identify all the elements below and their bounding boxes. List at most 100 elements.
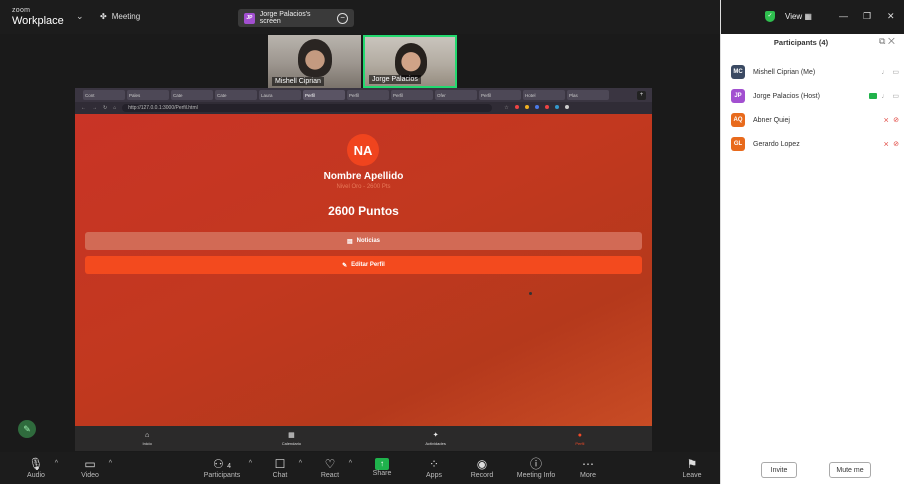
chevron-up-icon[interactable]: ^ (349, 460, 352, 467)
new-tab-icon[interactable]: + (637, 90, 646, 100)
browser-tab[interactable]: Perfil (347, 90, 389, 100)
participants-panel: ✓ View ▦ — ❐ ✕ Participants (4) ⧉ ✕ MC M… (720, 0, 904, 484)
audio-label: Audio (27, 472, 45, 479)
chevron-up-icon[interactable]: ^ (249, 460, 252, 467)
extension-icon[interactable] (514, 105, 519, 109)
browser-tab[interactable]: Perfil (479, 90, 521, 100)
chevron-up-icon[interactable]: ^ (299, 460, 302, 467)
home-icon: ⌂ (145, 431, 150, 439)
participant-name: Gerardo Lopez (753, 140, 800, 148)
participant-status: ♩ ▭ (869, 92, 899, 100)
chevron-up-icon[interactable]: ^ (55, 460, 58, 467)
audio-button[interactable]: 🎙︎ Audio ^ (14, 456, 58, 479)
participants-button[interactable]: ⚇ 4 Participants ^ (192, 456, 252, 479)
apps-button[interactable]: ⁘ Apps (412, 456, 456, 479)
camera-icon: ▭ (84, 457, 96, 471)
mouse-cursor (529, 292, 532, 295)
chat-button[interactable]: ☐ Chat ^ (258, 456, 302, 479)
extension-icon[interactable] (544, 105, 549, 109)
invite-button[interactable]: Invite (761, 462, 797, 478)
participant-avatar: JP (731, 89, 745, 103)
browser-tab[interactable]: Laura (259, 90, 301, 100)
video-person (298, 39, 332, 77)
react-button[interactable]: ♡ React ^ (308, 456, 352, 479)
browser-tab[interactable]: Hotel (523, 90, 565, 100)
browser-tab[interactable]: Plas (567, 90, 609, 100)
apps-label: Apps (426, 472, 442, 479)
top-bar: zoom Workplace ⌄ ✤ Meeting JP Jorge Pala… (0, 0, 720, 34)
record-icon: ◉ (476, 457, 488, 471)
reload-icon[interactable]: ↻ (103, 105, 107, 111)
mute-me-button[interactable]: Mute me (829, 462, 871, 478)
participant-row[interactable]: AQ Abner Quiej ⨯ ⊘ (731, 112, 899, 128)
video-off-icon[interactable]: ⊘ (893, 116, 899, 124)
url-field[interactable]: http://127.0.0.1:3000/Perfil.html (122, 104, 493, 112)
mic-icon[interactable]: ♩ (881, 69, 888, 76)
video-button[interactable]: ▭ Video ^ (68, 456, 112, 479)
logo-bottom-text: Workplace (12, 15, 64, 27)
share-button[interactable]: ↑ Share (360, 456, 404, 477)
nav-item-calendario[interactable]: ▦ Calendario (219, 426, 363, 451)
popout-icon[interactable]: ⧉ (879, 36, 885, 46)
annotate-pencil-icon[interactable]: ✎ (18, 420, 36, 438)
nav-item-inicio[interactable]: ⌂ Inicio (75, 426, 219, 451)
active-speaker-video-tile[interactable]: Jorge Palacios (363, 35, 457, 88)
extension-icon[interactable] (524, 105, 529, 109)
news-button[interactable]: ▤ Noticias (85, 232, 642, 250)
video-tile-name: Jorge Palacios (369, 75, 421, 84)
shared-screen[interactable]: Cont Pales Cate Cate Laura Perfil Perfil… (75, 88, 652, 451)
mic-muted-icon[interactable]: ⨯ (883, 140, 889, 148)
sharer-avatar: JP (244, 12, 255, 24)
browser-tab[interactable]: Pales (127, 90, 169, 100)
close-icon[interactable]: ✕ (888, 36, 895, 46)
browser-tab[interactable]: Cate (215, 90, 257, 100)
browser-extensions: ☆ (504, 105, 569, 111)
extension-icon[interactable] (554, 105, 559, 109)
newspaper-icon: ▤ (346, 238, 353, 245)
meeting-info-button[interactable]: ⓘ Meeting Info (512, 456, 560, 479)
back-icon[interactable]: ← (81, 105, 86, 111)
browser-tab[interactable]: Perfil (391, 90, 433, 100)
browser-tab-active[interactable]: Perfil (303, 90, 345, 100)
zoom-logo: zoom Workplace (12, 6, 64, 27)
close-window-icon[interactable]: ✕ (887, 11, 895, 22)
participants-icon: ⚇ 4 (213, 457, 231, 471)
star-icon[interactable]: ☆ (504, 105, 508, 111)
video-icon[interactable]: ▭ (892, 92, 899, 100)
nav-item-perfil[interactable]: ● Perfil (508, 426, 652, 451)
video-off-icon[interactable]: ⊘ (893, 140, 899, 148)
more-label: More (580, 472, 596, 479)
edit-profile-button[interactable]: ✎ Editar Perfil (85, 256, 642, 274)
home-icon[interactable]: ⌂ (113, 105, 116, 111)
mic-icon[interactable]: ♩ (881, 93, 888, 100)
restore-window-icon[interactable]: ❐ (863, 11, 871, 22)
nav-item-actividades[interactable]: ✦ Actividades (364, 426, 508, 451)
meeting-info-label: Meeting Info (516, 472, 556, 479)
browser-tab[interactable]: Cate (171, 90, 213, 100)
record-button[interactable]: ◉ Record (460, 456, 504, 479)
browser-tab[interactable]: Cont (83, 90, 125, 100)
activities-icon: ✦ (432, 432, 439, 439)
minimize-window-icon[interactable]: — (839, 11, 848, 21)
participant-row[interactable]: GL Gerardo Lopez ⨯ ⊘ (731, 136, 899, 152)
minimize-icon[interactable]: − (337, 12, 348, 24)
share-label: Share (372, 470, 392, 477)
participant-row[interactable]: MC Mishell Ciprian (Me) ♩ ▭ (731, 64, 899, 80)
view-button[interactable]: View ▦ (785, 12, 812, 21)
participant-avatar: MC (731, 65, 745, 79)
forward-icon[interactable]: → (92, 105, 97, 111)
participant-row[interactable]: JP Jorge Palacios (Host) ♩ ▭ (731, 88, 899, 104)
meeting-menu-button[interactable]: ✤ Meeting (100, 12, 140, 21)
more-button[interactable]: ⋯ More (566, 456, 610, 479)
browser-tab[interactable]: Ofer (435, 90, 477, 100)
mic-muted-icon[interactable]: ⨯ (883, 116, 889, 124)
leave-button[interactable]: ⚑ Leave (670, 456, 714, 479)
chevron-up-icon[interactable]: ^ (109, 460, 112, 467)
participant-video-tile[interactable]: Mishell Ciprian (268, 35, 361, 88)
chevron-down-icon[interactable]: ⌄ (76, 11, 84, 22)
profile-icon[interactable] (564, 105, 569, 109)
extension-icon[interactable] (534, 105, 539, 109)
video-label: Video (81, 472, 99, 479)
screen-share-banner[interactable]: JP Jorge Palacios's screen − (238, 9, 354, 27)
video-icon[interactable]: ▭ (892, 68, 899, 76)
